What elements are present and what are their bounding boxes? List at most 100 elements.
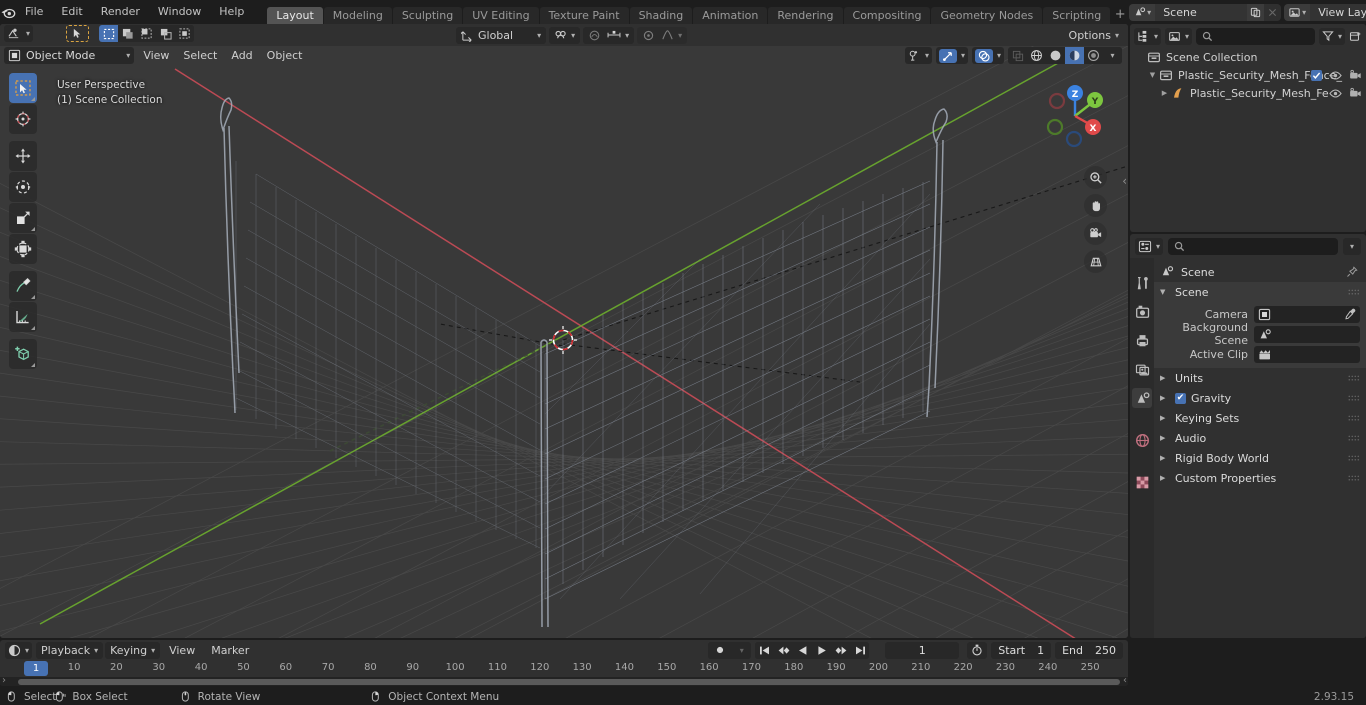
current-frame-field[interactable]: 1 [885, 641, 960, 659]
menu-render[interactable]: Render [92, 3, 149, 21]
timeline-menu-playback[interactable]: Playback ▾ [36, 641, 104, 659]
move-tool[interactable] [9, 141, 37, 171]
pin-icon[interactable] [1346, 266, 1358, 278]
workspace-tab-uv-editing[interactable]: UV Editing [463, 7, 539, 24]
frame-start-field[interactable]: Start 1 [991, 641, 1052, 659]
outliner-row[interactable]: ▼ Plastic_Security_Mesh_Fence_ [1130, 66, 1366, 84]
workspace-tab-texture-paint[interactable]: Texture Paint [539, 7, 629, 24]
outliner-disclosure-triangle[interactable]: ▶ [1158, 89, 1171, 97]
workspace-tab-rendering[interactable]: Rendering [768, 7, 843, 24]
properties-editor[interactable]: ▾ ▾ Scene ▼ Scene Camera Background Scene Ac… [1130, 234, 1366, 638]
panel-disclosure-triangle[interactable]: ▼ [1160, 288, 1170, 296]
workspace-tab-scripting[interactable]: Scripting [1043, 7, 1111, 24]
outliner-editor[interactable]: ▾ ▾ ▾ Scene Collection ▼ Plastic_Security_… [1130, 24, 1366, 232]
object-visibility-button[interactable]: ▾ [904, 47, 932, 64]
properties-panel-scene[interactable]: ▼ Scene [1154, 282, 1366, 302]
panel-disclosure-triangle[interactable]: ▶ [1160, 374, 1170, 382]
properties-panel-keying-sets[interactable]: ▶ Keying Sets [1154, 408, 1366, 428]
ortho-persp-toggle-icon[interactable] [1084, 250, 1107, 273]
viewport-sidebar-toggle[interactable]: ‹ [1122, 174, 1127, 188]
outliner-hide-eye-icon[interactable] [1329, 69, 1342, 82]
timeline-scroll-left-arrow[interactable]: › [2, 675, 6, 686]
unlink-scene-button[interactable] [1264, 3, 1282, 21]
timeline-menu-marker[interactable]: Marker [204, 642, 256, 659]
blender-logo-icon[interactable] [0, 0, 16, 24]
properties-tab-rail[interactable] [1130, 258, 1154, 638]
select-invert-icon[interactable] [156, 25, 176, 42]
editor-type-selector[interactable]: ▾ [4, 25, 34, 42]
outliner-hide-eye-icon[interactable] [1329, 87, 1342, 100]
properties-options-button[interactable]: ▾ [1342, 237, 1361, 255]
workspace-tab-layout[interactable]: Layout [267, 7, 323, 24]
properties-panel-units[interactable]: ▶ Units [1154, 368, 1366, 388]
outliner-new-collection-button[interactable] [1349, 30, 1362, 43]
outliner-disable-render-icon[interactable] [1349, 69, 1362, 82]
shading-options-chevron[interactable]: ▾ [1103, 47, 1122, 64]
timeline-editor-type-button[interactable]: ▾ [5, 641, 33, 659]
menu-file[interactable]: File [16, 3, 52, 21]
preview-range-group[interactable] [967, 641, 988, 659]
shading-rendered-icon[interactable] [1084, 47, 1103, 64]
timeline-menu-view[interactable]: View [162, 642, 202, 659]
viewport-canvas[interactable] [0, 24, 1128, 638]
scene-tab[interactable] [1132, 388, 1152, 408]
workspace-tab-shading[interactable]: Shading [629, 7, 693, 24]
viewport-menu-view[interactable]: View [136, 47, 176, 64]
select-mode-group[interactable] [99, 25, 195, 42]
next-keyframe-icon[interactable] [831, 641, 851, 659]
hand-pan-icon[interactable] [1084, 194, 1107, 217]
eyedropper-icon[interactable] [1344, 308, 1356, 320]
panel-drag-grip[interactable] [1348, 435, 1360, 442]
menu-edit[interactable]: Edit [52, 3, 91, 21]
jump-end-icon[interactable] [850, 641, 870, 659]
timeline-playhead[interactable]: 1 [24, 661, 48, 676]
outliner-display-mode-button[interactable]: ▾ [1165, 27, 1193, 45]
viewport-menu-select[interactable]: Select [176, 47, 224, 64]
jump-start-icon[interactable] [755, 641, 775, 659]
outliner-disclosure-triangle[interactable]: ▼ [1146, 71, 1159, 79]
select-subtract-icon[interactable] [137, 25, 157, 42]
object-mode-selector[interactable]: Object Mode ▾ [4, 47, 135, 64]
transport-controls[interactable] [755, 641, 870, 659]
shading-material-icon[interactable] [1065, 47, 1084, 64]
viewport-transform-pivot[interactable]: Global ▾ [456, 26, 547, 44]
panel-disclosure-triangle[interactable]: ▶ [1160, 454, 1170, 462]
add-workspace-button[interactable]: + [1111, 7, 1129, 24]
viewlayer-icon[interactable]: ▾ [1284, 3, 1311, 21]
property-input-camera[interactable] [1254, 305, 1360, 323]
xray-and-shading-group[interactable]: ▾ [1008, 47, 1122, 64]
proportional-falloff-button[interactable]: ▾ [637, 26, 688, 44]
tweak-select-tool[interactable] [9, 73, 37, 103]
select-intersect-icon[interactable] [175, 25, 195, 42]
properties-search-input[interactable] [1168, 237, 1338, 255]
panel-disclosure-triangle[interactable]: ▶ [1160, 394, 1170, 402]
annotate-tool[interactable] [9, 271, 37, 301]
workspace-tab-compositing[interactable]: Compositing [843, 7, 931, 24]
proportional-editing-button[interactable]: ▾ [583, 26, 635, 44]
panel-drag-grip[interactable] [1348, 475, 1360, 482]
outliner-filter-button[interactable]: ▾ [1318, 27, 1345, 45]
properties-panel-rigid-body-world[interactable]: ▶ Rigid Body World [1154, 448, 1366, 468]
world-tab[interactable] [1132, 430, 1152, 450]
outliner-checkbox[interactable] [1311, 69, 1322, 81]
auto-keying-group[interactable]: ▾ [708, 641, 752, 659]
timeline-scroll-thumb[interactable] [18, 678, 1120, 685]
overlays-toggle-button[interactable]: ▾ [971, 47, 1004, 64]
properties-editor-type-button[interactable]: ▾ [1135, 237, 1164, 255]
panel-drag-grip[interactable] [1348, 395, 1360, 402]
snap-toggle-button[interactable]: ▾ [549, 26, 581, 44]
workspace-tab-animation[interactable]: Animation [693, 7, 768, 24]
viewlayer-tab[interactable] [1132, 359, 1152, 379]
panel-disclosure-triangle[interactable]: ▶ [1160, 414, 1170, 422]
properties-panel-list[interactable]: ▼ Scene Camera Background Scene Active Clip ▶… [1154, 282, 1366, 488]
select-new-icon[interactable] [99, 25, 119, 42]
play-icon[interactable] [812, 641, 832, 659]
properties-panel-audio[interactable]: ▶ Audio [1154, 428, 1366, 448]
scene-selector[interactable]: ▾ Scene [1129, 3, 1282, 21]
shading-wireframe-icon[interactable] [1027, 47, 1046, 64]
add-cube-tool[interactable] [9, 339, 37, 369]
stopwatch-icon[interactable] [967, 641, 988, 659]
transform-tool[interactable] [9, 234, 37, 264]
record-dot-icon[interactable] [708, 641, 733, 659]
texture-tab[interactable] [1132, 472, 1152, 492]
